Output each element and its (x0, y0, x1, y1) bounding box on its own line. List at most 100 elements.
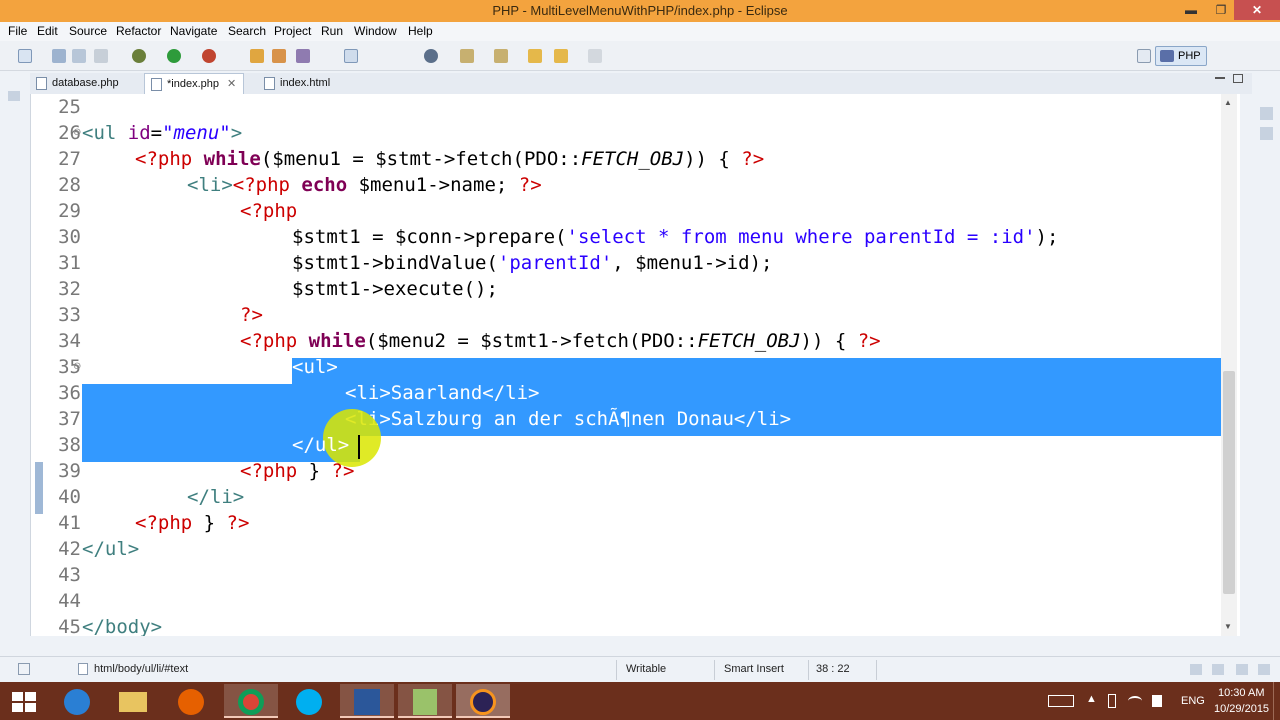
language-indicator[interactable]: ENG (1181, 695, 1205, 707)
menu-navigate[interactable]: Navigate (170, 24, 217, 38)
code-token: while (203, 148, 261, 170)
open-type-icon[interactable] (272, 49, 286, 63)
run-icon[interactable] (167, 49, 181, 63)
fast-view-icon[interactable] (18, 663, 30, 675)
vertical-scrollbar[interactable]: ▲ ▼ (1221, 94, 1237, 636)
debug-icon[interactable] (132, 49, 146, 63)
chrome-icon[interactable] (224, 684, 278, 718)
notepad-icon[interactable] (398, 684, 452, 718)
minimize-button[interactable]: ▬ (1177, 0, 1205, 20)
open-folder-icon[interactable] (250, 49, 264, 63)
line-number: 34 (58, 330, 81, 352)
code-line-36: <li>Saarland</li> (345, 380, 539, 406)
status-divider (808, 660, 809, 680)
edit-icon[interactable] (344, 49, 358, 63)
menu-project[interactable]: Project (274, 24, 311, 38)
back-icon[interactable] (554, 49, 568, 63)
tab-index-html[interactable]: index.html (258, 73, 358, 94)
code-token: ?> (240, 304, 263, 326)
status-icon[interactable] (1212, 664, 1224, 675)
maximize-editor-icon[interactable] (1233, 74, 1243, 83)
globe-icon[interactable] (424, 49, 438, 63)
code-line-29: <?php (240, 198, 297, 224)
print-icon[interactable] (94, 49, 108, 63)
code-token: FETCH_OBJ (581, 148, 685, 170)
perspective-php[interactable]: PHP (1155, 46, 1207, 66)
code-token: <?php (232, 174, 302, 196)
menu-file[interactable]: File (8, 24, 27, 38)
restore-view-icon[interactable] (1260, 127, 1273, 140)
menu-edit[interactable]: Edit (37, 24, 58, 38)
line-number: 28 (58, 174, 81, 196)
save-icon[interactable] (52, 49, 66, 63)
close-tab-icon[interactable]: ✕ (227, 74, 236, 94)
skype-icon[interactable] (282, 684, 336, 718)
last-edit-icon[interactable] (528, 49, 542, 63)
scrollbar-thumb[interactable] (1223, 371, 1235, 594)
forward-icon[interactable] (588, 49, 602, 63)
maximize-button[interactable]: ❐ (1207, 0, 1235, 20)
file-explorer-icon[interactable] (106, 684, 160, 718)
volume-icon[interactable] (1152, 695, 1162, 707)
show-desktop-button[interactable] (1273, 682, 1280, 720)
line-number: 38 (58, 434, 81, 456)
code-editor[interactable]: 25 26 27 28 29 30 31 32 33 34 35 36 37 3… (30, 94, 1240, 636)
status-insert-mode: Smart Insert (724, 663, 784, 675)
battery-icon[interactable] (1108, 694, 1116, 708)
close-button[interactable]: ✕ (1234, 0, 1280, 20)
fold-collapse-icon[interactable]: ⊖ (73, 361, 81, 372)
code-token: while (308, 330, 366, 352)
fold-collapse-icon[interactable]: ⊖ (73, 127, 81, 138)
php-file-icon (151, 78, 162, 91)
clock-date[interactable]: 10/29/2015 (1214, 703, 1269, 715)
title-bar: PHP - MultiLevelMenuWithPHP/index.php - … (0, 0, 1280, 22)
tab-database-php[interactable]: database.php (30, 73, 142, 94)
open-perspective-icon[interactable] (1137, 49, 1151, 63)
menu-refactor[interactable]: Refactor (116, 24, 161, 38)
code-token: )) { (684, 148, 742, 170)
menu-window[interactable]: Window (354, 24, 397, 38)
search-icon[interactable] (296, 49, 310, 63)
status-writable: Writable (626, 663, 667, 675)
windows-start-icon[interactable] (12, 692, 36, 712)
code-token: ?> (518, 174, 542, 196)
code-line-37: <li>Salzburg an der schÃ¶nen Donau</li> (345, 406, 791, 432)
internet-explorer-icon[interactable] (50, 684, 104, 718)
code-token: $stmt1->execute(); (292, 278, 498, 300)
code-line-41: <?php } ?> (135, 510, 249, 536)
code-token: <?php (240, 330, 309, 352)
scroll-down-icon[interactable]: ▼ (1224, 622, 1232, 631)
code-token: </ul> (82, 538, 140, 560)
minimize-editor-icon[interactable] (1215, 77, 1225, 79)
external-tools-icon[interactable] (202, 49, 216, 63)
firefox-icon[interactable] (164, 684, 218, 718)
next-annotation-icon[interactable] (460, 49, 474, 63)
menu-help[interactable]: Help (408, 24, 433, 38)
new-icon[interactable] (18, 49, 32, 63)
menu-run[interactable]: Run (321, 24, 343, 38)
tray-arrow-icon[interactable]: ▲ (1086, 693, 1097, 705)
tab-index-php[interactable]: *index.php ✕ (144, 73, 244, 94)
menu-search[interactable]: Search (228, 24, 266, 38)
previous-annotation-icon[interactable] (494, 49, 508, 63)
line-number: 30 (58, 226, 81, 248)
status-icon[interactable] (1190, 664, 1202, 675)
status-cursor-position: 38 : 22 (816, 663, 850, 675)
code-line-40: </li> (187, 484, 244, 510)
line-number: 40 (58, 486, 81, 508)
code-token: ?> (857, 330, 881, 352)
code-line-33: ?> (240, 302, 263, 328)
eclipse-icon[interactable] (456, 684, 510, 718)
save-all-icon[interactable] (72, 49, 86, 63)
clock-time[interactable]: 10:30 AM (1218, 687, 1264, 699)
text-caret (358, 435, 360, 459)
keyboard-icon[interactable] (1048, 695, 1074, 707)
menu-source[interactable]: Source (69, 24, 107, 38)
word-icon[interactable] (340, 684, 394, 718)
restore-icon[interactable] (8, 91, 20, 101)
outline-icon[interactable] (1260, 107, 1273, 120)
wifi-icon[interactable] (1128, 696, 1142, 706)
scroll-up-icon[interactable]: ▲ (1224, 98, 1232, 107)
status-icon[interactable] (1236, 664, 1248, 675)
status-icon[interactable] (1258, 664, 1270, 675)
